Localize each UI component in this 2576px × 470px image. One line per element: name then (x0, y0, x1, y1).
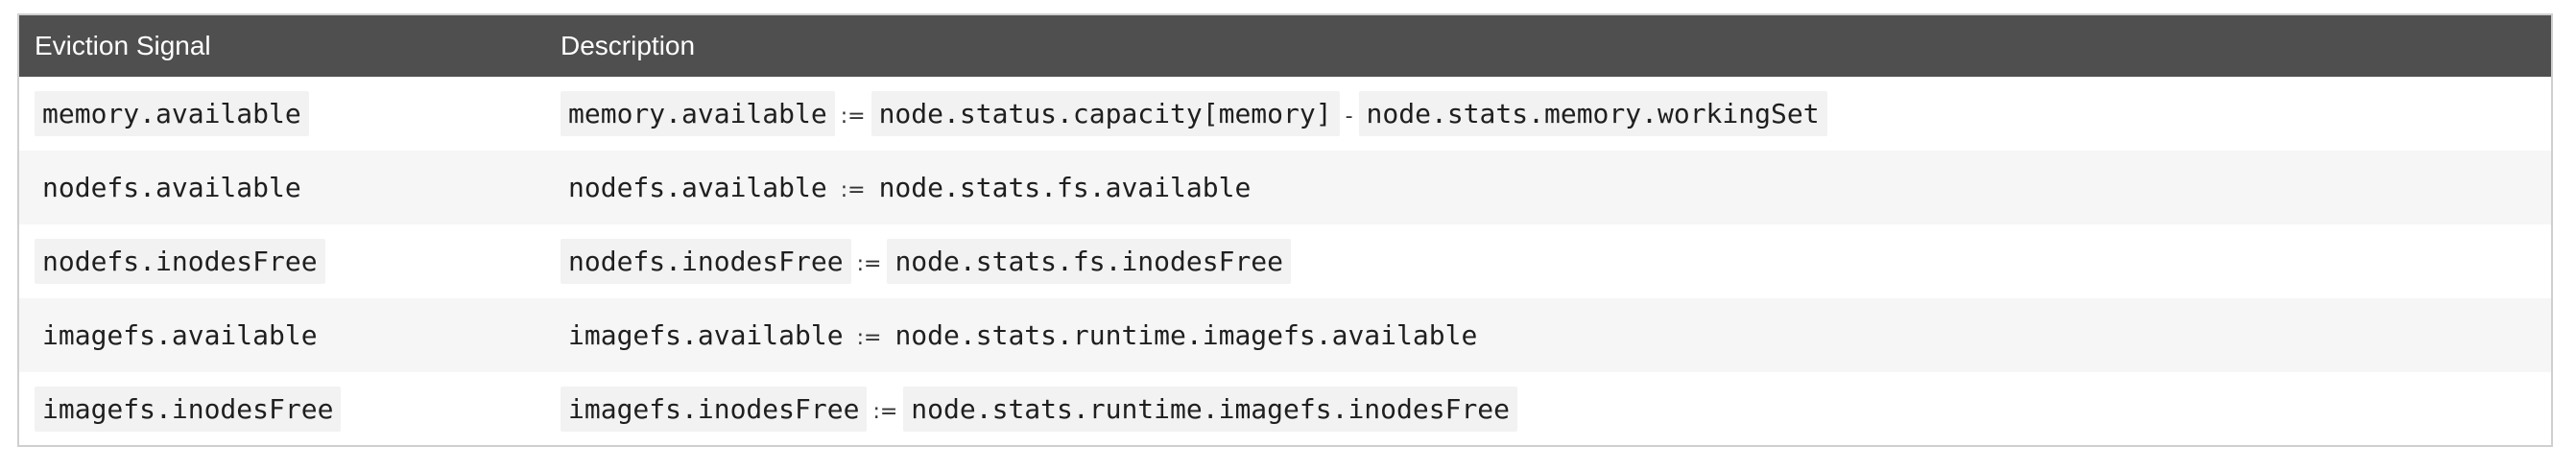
description-lhs-code: imagefs.available (561, 312, 851, 358)
signal-cell: imagefs.available (19, 298, 545, 372)
header-description: Description (561, 31, 696, 60)
table-row: nodefs.available nodefs.available:= node.… (19, 151, 2551, 224)
description-rhs-code: node.stats.runtime.imagefs.available (887, 312, 1486, 358)
eviction-signals-table: Eviction Signal Description memory.avail… (19, 15, 2551, 445)
table-row: memory.available memory.available:= node.… (19, 77, 2551, 151)
signal-cell: imagefs.inodesFree (19, 372, 545, 445)
description-lhs-code: nodefs.inodesFree (561, 238, 851, 284)
description-cell: memory.available:= node.status.capacity[m… (545, 77, 2551, 151)
description-rhs-code: node.status.capacity[memory] (871, 90, 1340, 136)
header-eviction-signal: Eviction Signal (35, 31, 211, 60)
table-row: imagefs.available imagefs.available:= nod… (19, 298, 2551, 372)
header-row: Eviction Signal Description (19, 15, 2551, 77)
description-cell: imagefs.available:= node.stats.runtime.im… (545, 298, 2551, 372)
description-lhs-code: nodefs.available (561, 164, 835, 210)
assign-operator: := (856, 325, 882, 350)
eviction-signals-table-container: Eviction Signal Description memory.avail… (17, 13, 2553, 447)
assign-operator: := (840, 177, 866, 202)
table-header: Eviction Signal Description (19, 15, 2551, 77)
description-cell: imagefs.inodesFree:= node.stats.runtime.i… (545, 372, 2551, 445)
signal-cell: nodefs.available (19, 151, 545, 224)
description-lhs-code: imagefs.inodesFree (561, 386, 868, 432)
description-cell: nodefs.available:= node.stats.fs.availabl… (545, 151, 2551, 224)
description-lhs-code: memory.available (561, 90, 835, 136)
signal-cell: memory.available (19, 77, 545, 151)
assign-operator: := (840, 104, 866, 129)
description-rhs2-code: node.stats.memory.workingSet (1358, 90, 1827, 136)
description-cell: nodefs.inodesFree:= node.stats.fs.inodesF… (545, 224, 2551, 298)
signal-cell: nodefs.inodesFree (19, 224, 545, 298)
table-row: imagefs.inodesFree imagefs.inodesFree:= n… (19, 372, 2551, 445)
description-rhs-code: node.stats.fs.inodesFree (887, 238, 1292, 284)
signal-code: nodefs.inodesFree (35, 238, 325, 284)
assign-operator: := (872, 399, 898, 424)
signal-code: imagefs.available (35, 312, 325, 358)
table-body: memory.available memory.available:= node.… (19, 77, 2551, 445)
signal-code: memory.available (35, 90, 309, 136)
signal-code: imagefs.inodesFree (35, 386, 342, 432)
assign-operator: := (856, 251, 882, 276)
minus-operator: - (1345, 104, 1353, 129)
signal-code: nodefs.available (35, 164, 309, 210)
description-rhs-code: node.stats.fs.available (871, 164, 1259, 210)
table-row: nodefs.inodesFree nodefs.inodesFree:= nod… (19, 224, 2551, 298)
description-rhs-code: node.stats.runtime.imagefs.inodesFree (903, 386, 1518, 432)
